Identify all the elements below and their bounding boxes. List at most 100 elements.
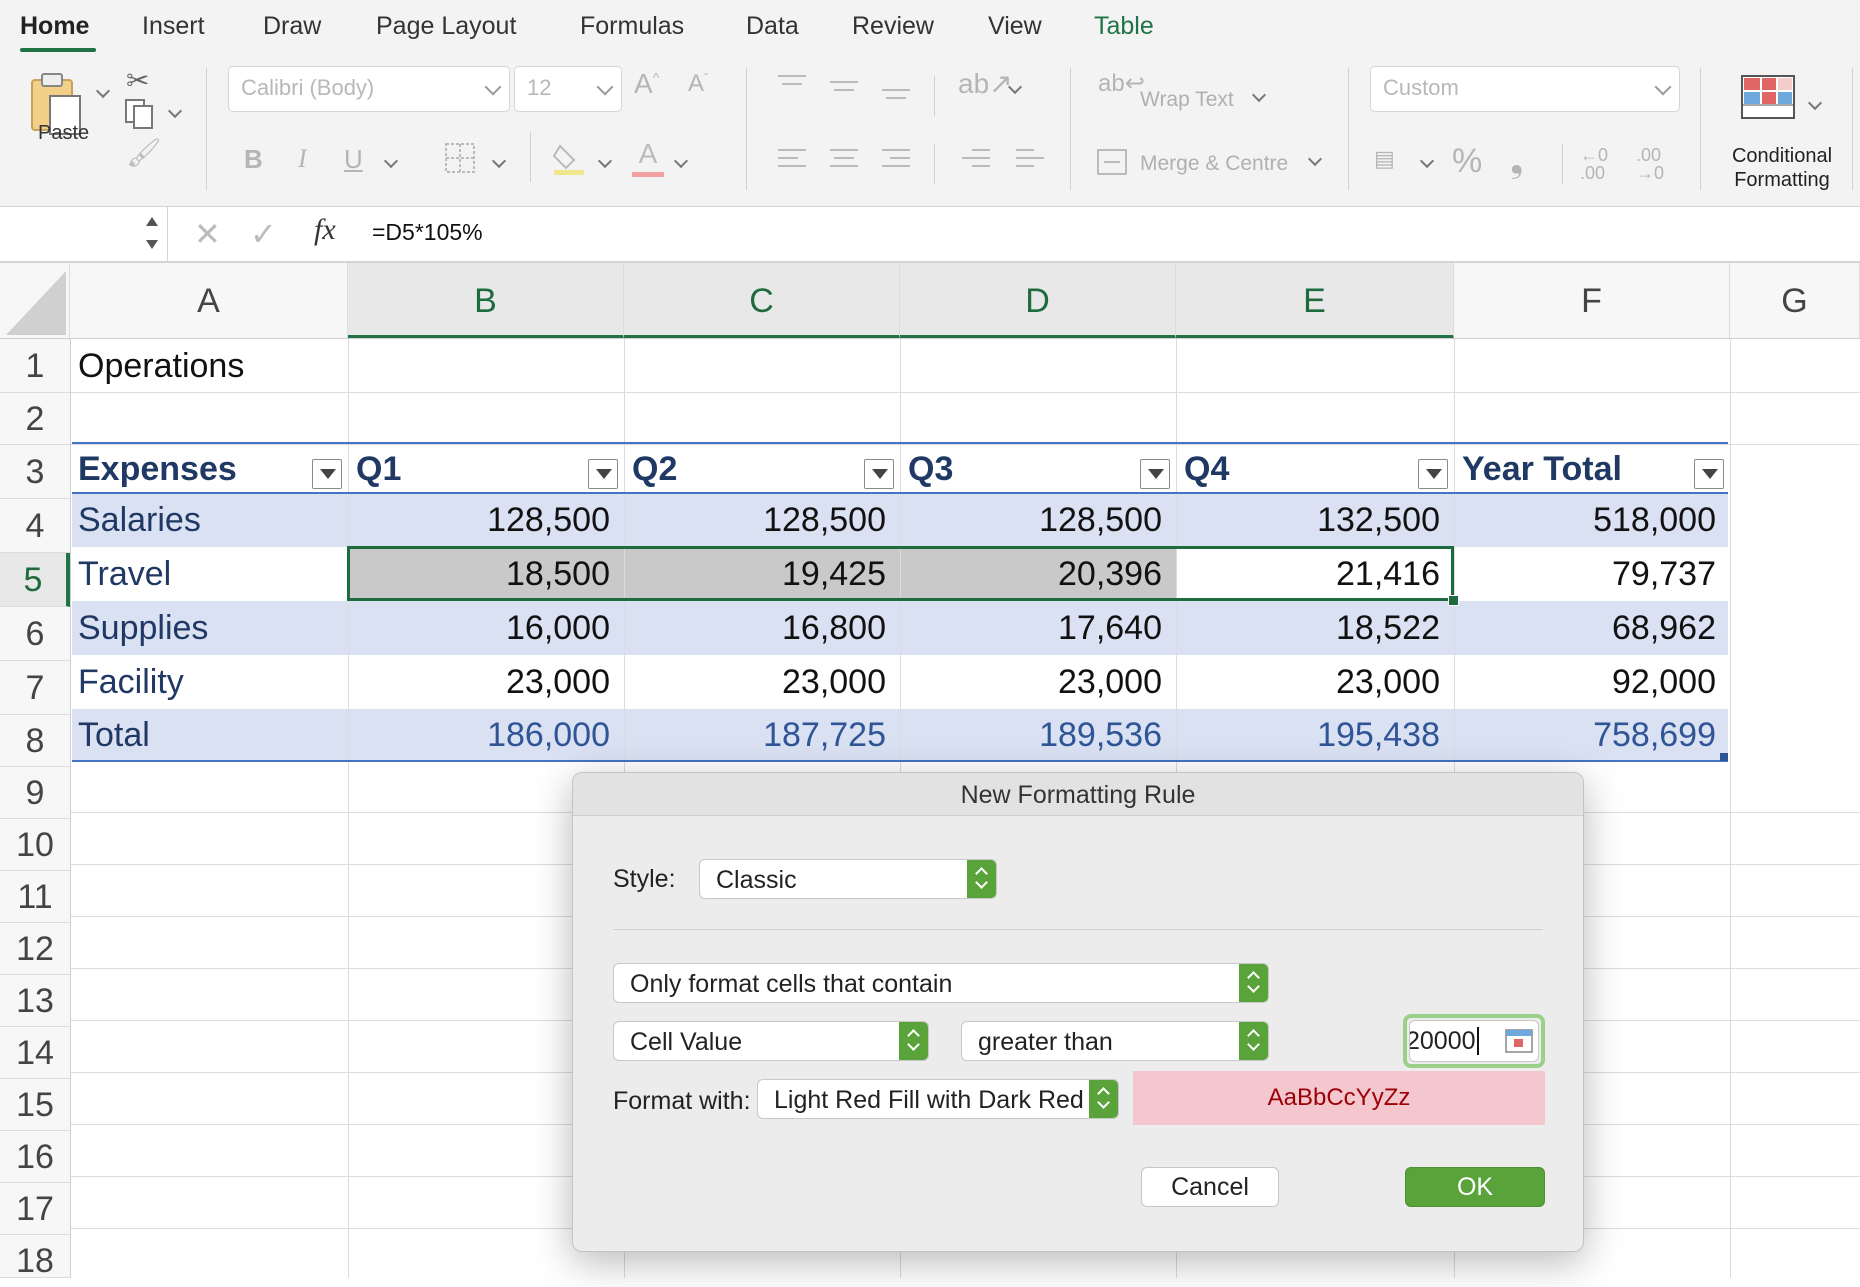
- table-header-year-total[interactable]: Year Total: [1454, 445, 1730, 493]
- table-cell[interactable]: 92,000: [1454, 655, 1730, 709]
- increase-font-icon[interactable]: A^: [634, 70, 659, 98]
- tab-formulas[interactable]: Formulas: [580, 12, 684, 41]
- table-cell[interactable]: 79,737: [1454, 547, 1730, 601]
- table-row-label[interactable]: Total: [70, 709, 348, 761]
- row-header-18[interactable]: 18: [0, 1235, 70, 1280]
- sheet-title-cell[interactable]: Operations: [70, 339, 258, 393]
- percent-style-icon[interactable]: %: [1452, 144, 1482, 178]
- row-header-4[interactable]: 4: [0, 499, 70, 553]
- column-header-g[interactable]: G: [1730, 263, 1860, 339]
- table-cell[interactable]: 23,000: [900, 655, 1176, 709]
- table-total-cell[interactable]: 186,000: [348, 709, 624, 761]
- font-color-chevron-icon[interactable]: [673, 153, 689, 169]
- format-painter-icon[interactable]: 🖌: [126, 136, 162, 169]
- filter-dropdown-icon[interactable]: [588, 459, 618, 489]
- tab-insert[interactable]: Insert: [142, 12, 205, 41]
- font-name-combo[interactable]: Calibri (Body): [228, 66, 510, 112]
- row-header-10[interactable]: 10: [0, 819, 70, 871]
- row-header-5[interactable]: 5: [0, 553, 70, 607]
- merge-centre-icon[interactable]: [1096, 146, 1128, 178]
- table-header-q4[interactable]: Q4: [1176, 445, 1454, 493]
- bold-icon[interactable]: B: [244, 146, 263, 172]
- row-header-11[interactable]: 11: [0, 871, 70, 923]
- underline-chevron-icon[interactable]: [383, 153, 399, 169]
- table-cell[interactable]: 132,500: [1176, 493, 1454, 547]
- format-with-stepper-icon[interactable]: [1089, 1080, 1118, 1118]
- function-icon[interactable]: fx: [314, 213, 336, 247]
- row-header-17[interactable]: 17: [0, 1183, 70, 1235]
- column-header-e[interactable]: E: [1176, 263, 1454, 339]
- row-header-6[interactable]: 6: [0, 607, 70, 661]
- condition-field-stepper-icon[interactable]: [899, 1022, 928, 1060]
- italic-icon[interactable]: I: [298, 146, 307, 172]
- accounting-format-icon[interactable]: ▤: [1374, 148, 1395, 170]
- row-header-16[interactable]: 16: [0, 1131, 70, 1183]
- filter-dropdown-icon[interactable]: [1140, 459, 1170, 489]
- table-cell[interactable]: 128,500: [624, 493, 900, 547]
- table-cell[interactable]: 16,800: [624, 601, 900, 655]
- accounting-chevron-icon[interactable]: [1419, 153, 1435, 169]
- table-header-expenses[interactable]: Expenses: [70, 445, 348, 493]
- merge-centre-label[interactable]: Merge & Centre: [1140, 152, 1288, 176]
- table-header-q1[interactable]: Q1: [348, 445, 624, 493]
- row-header-2[interactable]: 2: [0, 393, 70, 445]
- table-cell[interactable]: 23,000: [348, 655, 624, 709]
- column-header-c[interactable]: C: [624, 263, 900, 339]
- table-total-cell[interactable]: 195,438: [1176, 709, 1454, 761]
- row-header-9[interactable]: 9: [0, 767, 70, 819]
- table-header-q2[interactable]: Q2: [624, 445, 900, 493]
- row-header-12[interactable]: 12: [0, 923, 70, 975]
- conditional-formatting-icon[interactable]: [1740, 74, 1796, 120]
- tab-page-layout[interactable]: Page Layout: [376, 12, 516, 41]
- row-header-15[interactable]: 15: [0, 1079, 70, 1131]
- cancel-button[interactable]: Cancel: [1141, 1167, 1279, 1207]
- merge-chevron-icon[interactable]: [1307, 151, 1323, 167]
- column-header-b[interactable]: B: [348, 263, 624, 339]
- table-cell[interactable]: 17,640: [900, 601, 1176, 655]
- tab-draw[interactable]: Draw: [263, 12, 321, 41]
- wrap-text-label[interactable]: Wrap Text: [1140, 88, 1234, 112]
- row-header-1[interactable]: 1: [0, 339, 70, 393]
- row-header-14[interactable]: 14: [0, 1027, 70, 1079]
- borders-chevron-icon[interactable]: [491, 153, 507, 169]
- style-stepper-icon[interactable]: [967, 860, 996, 898]
- wrap-text-chevron-icon[interactable]: [1251, 87, 1267, 103]
- name-box-up-icon[interactable]: [146, 217, 158, 226]
- table-cell[interactable]: 18,522: [1176, 601, 1454, 655]
- condition-field-select[interactable]: Cell Value: [613, 1021, 929, 1061]
- table-cell[interactable]: 23,000: [624, 655, 900, 709]
- underline-icon[interactable]: U: [344, 146, 363, 172]
- operator-select[interactable]: greater than: [961, 1021, 1269, 1061]
- table-cell[interactable]: 518,000: [1454, 493, 1730, 547]
- column-header-f[interactable]: F: [1454, 263, 1730, 339]
- fill-color-icon[interactable]: [552, 140, 586, 176]
- copy-chevron-icon[interactable]: [167, 103, 183, 119]
- font-color-icon[interactable]: A: [632, 138, 664, 178]
- name-box[interactable]: [0, 207, 168, 261]
- row-header-7[interactable]: 7: [0, 661, 70, 715]
- range-picker-icon[interactable]: [1505, 1029, 1533, 1053]
- table-row-label[interactable]: Supplies: [70, 601, 348, 655]
- table-total-cell[interactable]: 189,536: [900, 709, 1176, 761]
- table-cell[interactable]: 23,000: [1176, 655, 1454, 709]
- rule-type-stepper-icon[interactable]: [1239, 964, 1268, 1002]
- formula-input[interactable]: =D5*105%: [372, 219, 483, 246]
- decrease-decimal-icon[interactable]: .00 →0: [1636, 146, 1664, 182]
- rule-type-select[interactable]: Only format cells that contain: [613, 963, 1269, 1003]
- table-cell[interactable]: 68,962: [1454, 601, 1730, 655]
- cancel-formula-icon[interactable]: ✕: [194, 215, 221, 253]
- vertical-align-icons[interactable]: [776, 72, 946, 102]
- table-row-label[interactable]: Travel: [70, 547, 348, 601]
- wrap-text-icon[interactable]: ab↩: [1098, 72, 1145, 96]
- column-header-a[interactable]: A: [70, 263, 348, 339]
- ok-button[interactable]: OK: [1405, 1167, 1545, 1207]
- filter-dropdown-icon[interactable]: [864, 459, 894, 489]
- table-cell[interactable]: 16,000: [348, 601, 624, 655]
- operator-stepper-icon[interactable]: [1239, 1022, 1268, 1060]
- tab-data[interactable]: Data: [746, 12, 799, 41]
- dialog-titlebar[interactable]: New Formatting Rule: [573, 773, 1583, 816]
- style-select[interactable]: Classic: [699, 859, 997, 899]
- table-header-q3[interactable]: Q3: [900, 445, 1176, 493]
- table-row-label[interactable]: Facility: [70, 655, 348, 709]
- orientation-icon[interactable]: ab↗: [958, 70, 1013, 98]
